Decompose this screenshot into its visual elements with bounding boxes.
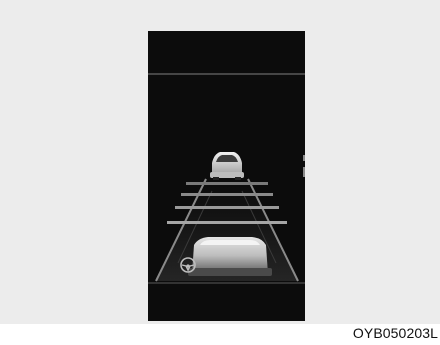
lead-vehicle-icon xyxy=(210,152,244,180)
side-indicator-mark xyxy=(303,155,305,161)
lane-view-graphic xyxy=(148,73,305,284)
distance-bar-3 xyxy=(175,206,279,209)
distance-bar-2 xyxy=(181,193,273,196)
side-indicator-mark xyxy=(303,167,305,177)
distance-bar-1 xyxy=(186,182,268,185)
ego-vehicle-icon xyxy=(188,237,272,276)
distance-bar-4 xyxy=(167,221,287,224)
instrument-cluster-display xyxy=(148,31,305,321)
figure-code-label: OYB050203L xyxy=(352,325,438,341)
